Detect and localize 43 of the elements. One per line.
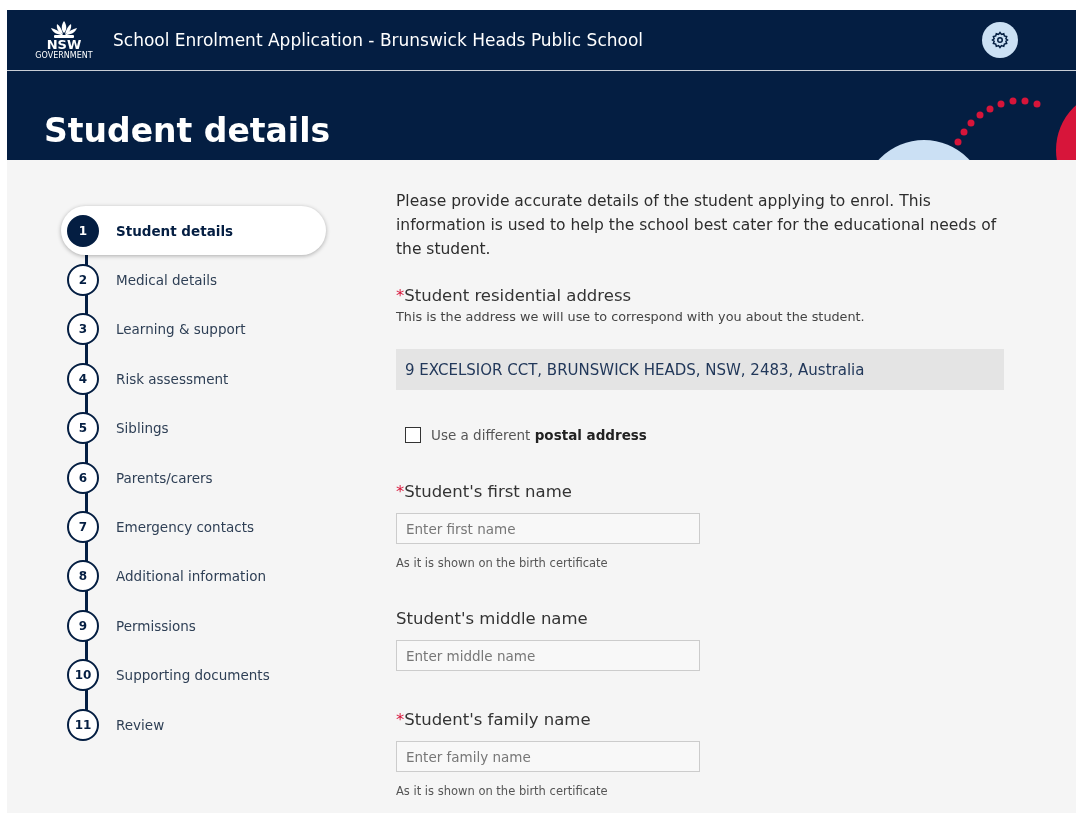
step-item[interactable]: 11 Review: [61, 699, 326, 750]
settings-button[interactable]: [982, 22, 1018, 58]
address-field[interactable]: 9 EXCELSIOR CCT, BRUNSWICK HEADS, NSW, 2483, Australia: [396, 349, 1004, 390]
step-item[interactable]: 7 Emergency contacts: [61, 502, 326, 552]
step-number: 9: [67, 609, 99, 642]
step-item[interactable]: 8 Additional information: [61, 551, 326, 602]
field-hint: This is the address we will use to correspond with you about the student.: [396, 309, 866, 324]
step-number: 10: [67, 659, 99, 692]
page-title: Student details: [44, 110, 331, 152]
step-number: 8: [67, 560, 99, 593]
step-item[interactable]: 2 Medical details: [61, 255, 326, 305]
input-field[interactable]: Enter family name: [396, 741, 700, 772]
step-item-selected[interactable]: 1 Student details: [61, 206, 326, 256]
field-helper: As it is shown on the birth certificate: [396, 556, 609, 570]
step-number: 6: [67, 461, 99, 494]
step-item[interactable]: 3 Learning & support: [61, 304, 326, 355]
checkbox[interactable]: [405, 427, 421, 443]
field-label: *Student residential address: [396, 285, 633, 307]
logo-text: NSW: [46, 38, 82, 51]
waratah-icon: [49, 20, 79, 38]
step-number: 7: [67, 511, 99, 544]
step-number: 5: [67, 412, 99, 445]
logo-subtext: GOVERNMENT: [35, 51, 93, 60]
field-label: Student's middle name: [396, 608, 589, 630]
step-number: 3: [67, 313, 99, 346]
step-item[interactable]: 9 Permissions: [61, 601, 326, 651]
intro-text: Please provide accurate details of the student applying to enrol. This information is used to help the school best cater for the educational needs of the student.: [396, 191, 998, 260]
step-number: 1: [67, 214, 99, 247]
input-field[interactable]: Enter first name: [396, 513, 700, 544]
app-title: School Enrolment Application - Brunswick Heads Public School: [113, 30, 645, 50]
checkbox-label: Use a different postal address: [431, 427, 647, 443]
step-item[interactable]: 4 Risk assessment: [61, 354, 326, 404]
input-field[interactable]: Enter middle name: [396, 640, 700, 671]
settings-icon: [991, 31, 1009, 49]
step-number: 4: [67, 362, 99, 395]
step-item[interactable]: 5 Siblings: [61, 403, 326, 453]
field-helper: As it is shown on the birth certificate: [396, 784, 609, 798]
step-number: 2: [67, 264, 99, 297]
field-label: *Student's family name: [396, 709, 592, 731]
step-number: 11: [67, 708, 99, 741]
step-item[interactable]: 10 Supporting documents: [61, 650, 326, 700]
field-label: *Student's first name: [396, 481, 573, 503]
step-item[interactable]: 6 Parents/carers: [61, 452, 326, 503]
